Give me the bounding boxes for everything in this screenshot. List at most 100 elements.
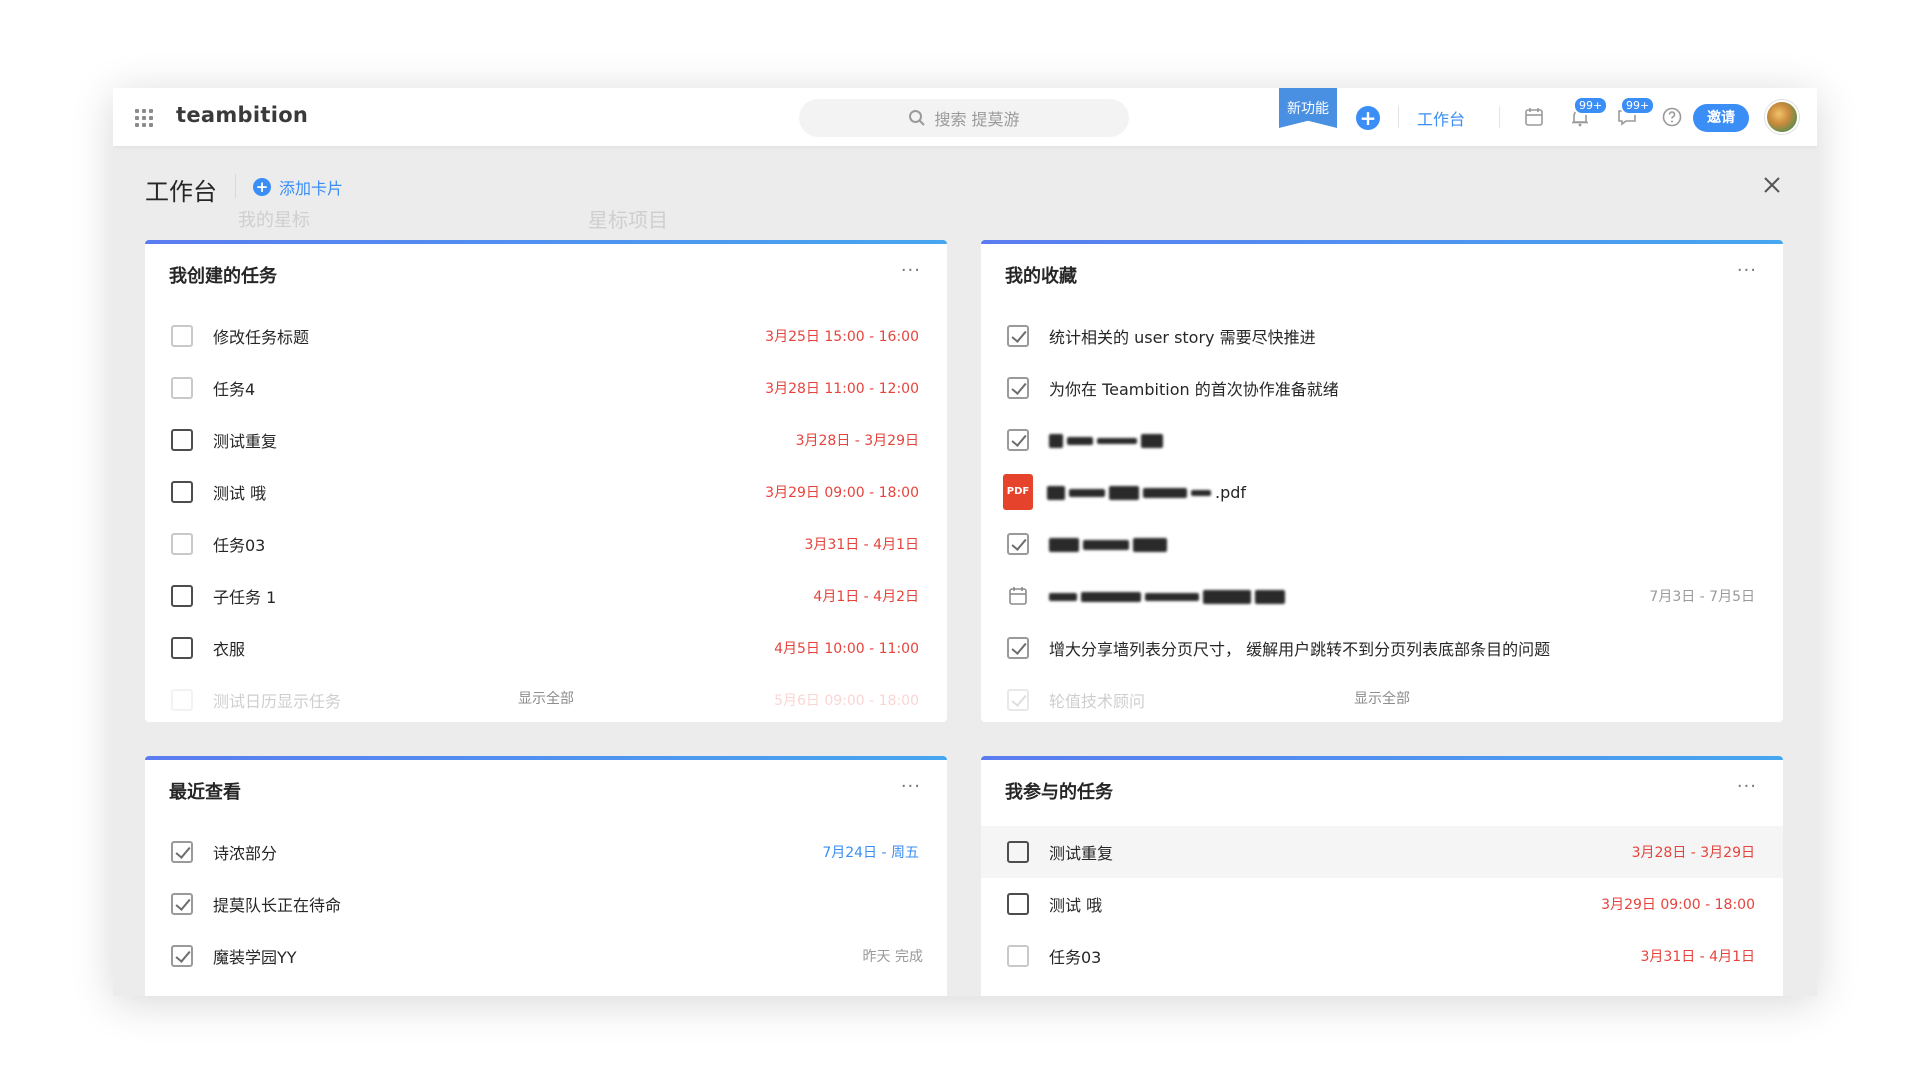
create-plus-button[interactable]: + (1356, 106, 1380, 130)
task-title: 测试 哦 (1049, 896, 1103, 915)
favorite-row[interactable] (981, 518, 1783, 570)
favorite-row[interactable]: 统计相关的 user story 需要尽快推进 (981, 310, 1783, 362)
done-checkbox-icon (1007, 637, 1029, 659)
plus-circle-icon: + (253, 178, 271, 196)
more-options-icon[interactable]: ··· (1737, 776, 1757, 797)
pdf-file-icon: PDF (1003, 474, 1033, 510)
app-window: teambition 搜索 提莫游 新功能 + 工作台 99+ 99+ 邀请 我… (113, 88, 1817, 996)
search-box[interactable]: 搜索 提莫游 (799, 99, 1129, 137)
task-checkbox[interactable] (171, 585, 193, 607)
card-recently-viewed: 最近查看 ··· 诗浓部分 7月24日 - 周五 提莫队长正在待命 魔装学园YY 昨… (145, 756, 947, 996)
more-options-icon[interactable]: ··· (901, 260, 921, 281)
recent-status: 昨天 完成 (862, 949, 923, 965)
more-options-icon[interactable]: ··· (1737, 260, 1757, 281)
task-row[interactable]: 任务03 3月31日 - 4月1日 (981, 930, 1783, 982)
task-title: 任务03 (213, 536, 266, 555)
task-due-date: 3月28日 11:00 - 12:00 (765, 381, 919, 397)
task-checkbox[interactable] (1007, 841, 1029, 863)
nav-workbench-link[interactable]: 工作台 (1417, 106, 1465, 130)
task-title: 测试 哦 (213, 484, 267, 503)
background-starred-label: 我的星标 (238, 210, 310, 231)
task-row[interactable]: 任务03 3月31日 - 4月1日 (145, 518, 947, 570)
divider (235, 174, 236, 198)
task-checkbox[interactable] (171, 325, 193, 347)
card-title: 我的收藏 (1005, 266, 1077, 287)
recent-date: 7月24日 - 周五 (822, 845, 919, 861)
user-avatar[interactable] (1765, 100, 1799, 134)
task-row[interactable]: 子任务 1 4月1日 - 4月2日 (145, 570, 947, 622)
card-favorites: 我的收藏 ··· 统计相关的 user story 需要尽快推进 为你在 Tea… (981, 240, 1783, 722)
calendar-icon[interactable] (1523, 106, 1545, 128)
search-placeholder: 搜索 提莫游 (934, 110, 1020, 129)
task-checkbox[interactable] (171, 533, 193, 555)
add-card-button[interactable]: + 添加卡片 (253, 175, 343, 199)
task-row[interactable]: 衣服 4月5日 10:00 - 11:00 (145, 622, 947, 674)
task-title: 任务03 (1049, 948, 1102, 967)
divider (1398, 106, 1399, 128)
card-title: 最近查看 (169, 782, 241, 803)
background-projects-label: 星标项目 (588, 208, 668, 232)
close-icon[interactable] (1759, 172, 1785, 198)
search-icon (909, 110, 926, 126)
task-title: 任务4 (213, 380, 256, 399)
calendar-event-icon (1009, 587, 1027, 605)
invite-button[interactable]: 邀请 (1693, 104, 1749, 132)
event-date-range: 7月3日 - 7月5日 (1649, 589, 1755, 605)
show-all-link[interactable]: 显示全部 (981, 688, 1783, 708)
favorite-row[interactable]: 7月3日 - 7月5日 (981, 570, 1783, 622)
favorite-title: 为你在 Teambition 的首次协作准备就绪 (1049, 380, 1339, 399)
favorite-row[interactable] (981, 414, 1783, 466)
panel-title: 工作台 (145, 178, 217, 206)
notification-bell-icon[interactable]: 99+ (1569, 96, 1609, 128)
task-row[interactable]: 测试重复 3月28日 - 3月29日 (145, 414, 947, 466)
task-due-date: 4月1日 - 4月2日 (813, 589, 919, 605)
task-title: 测试重复 (213, 432, 278, 451)
message-icon[interactable]: 99+ (1616, 96, 1656, 128)
task-checkbox[interactable] (171, 637, 193, 659)
task-row[interactable]: 修改任务标题 3月25日 15:00 - 16:00 (145, 310, 947, 362)
task-row[interactable]: 测试 哦 3月29日 09:00 - 18:00 (981, 878, 1783, 930)
more-options-icon[interactable]: ··· (901, 776, 921, 797)
show-all-link[interactable]: 显示全部 (145, 688, 947, 708)
recent-row[interactable]: 魔装学园YY 昨天 完成 (145, 930, 947, 982)
task-row[interactable]: 测试 哦 3月29日 09:00 - 18:00 (145, 466, 947, 518)
task-row[interactable]: 测试重复 3月28日 - 3月29日 (981, 826, 1783, 878)
divider (1499, 106, 1500, 128)
task-due-date: 3月31日 - 4月1日 (804, 537, 920, 553)
recent-title: 提莫队长正在待命 (213, 896, 342, 915)
help-icon[interactable] (1661, 106, 1683, 128)
recent-title: 诗浓部分 (213, 844, 278, 863)
done-checkbox-icon (171, 893, 193, 915)
task-due-date: 3月28日 - 3月29日 (795, 433, 919, 449)
task-checkbox[interactable] (1007, 893, 1029, 915)
message-badge: 99+ (1620, 96, 1656, 115)
recent-row[interactable]: 诗浓部分 7月24日 - 周五 (145, 826, 947, 878)
favorite-row[interactable]: 为你在 Teambition 的首次协作准备就绪 (981, 362, 1783, 414)
favorite-row[interactable]: 增大分享墙列表分页尺寸， 缓解用户跳转不到分页列表底部条目的问题 (981, 622, 1783, 674)
favorite-title: 增大分享墙列表分页尺寸， 缓解用户跳转不到分页列表底部条目的问题 (1049, 640, 1551, 659)
task-due-date: 3月29日 09:00 - 18:00 (1601, 897, 1755, 913)
task-checkbox[interactable] (171, 429, 193, 451)
task-row[interactable]: 任务4 3月28日 11:00 - 12:00 (145, 362, 947, 414)
task-checkbox[interactable] (171, 481, 193, 503)
redacted-title (1049, 431, 1167, 450)
brand-logo[interactable]: teambition (176, 103, 308, 127)
done-checkbox-icon (1007, 377, 1029, 399)
done-checkbox-icon (171, 841, 193, 863)
favorite-title: 统计相关的 user story 需要尽快推进 (1049, 328, 1316, 347)
notification-badge: 99+ (1573, 96, 1609, 115)
card-title: 我创建的任务 (169, 266, 277, 287)
task-checkbox[interactable] (1007, 945, 1029, 967)
new-feature-ribbon[interactable]: 新功能 (1279, 88, 1337, 128)
task-checkbox[interactable] (171, 377, 193, 399)
done-checkbox-icon (1007, 325, 1029, 347)
task-title: 衣服 (213, 640, 246, 659)
card-created-tasks: 我创建的任务 ··· 修改任务标题 3月25日 15:00 - 16:00 任务4… (145, 240, 947, 722)
app-grid-icon[interactable] (135, 109, 153, 127)
done-checkbox-icon (1007, 533, 1029, 555)
favorite-row[interactable]: PDF .pdf (981, 466, 1783, 518)
task-title: 子任务 1 (213, 588, 277, 607)
add-card-label: 添加卡片 (279, 179, 344, 198)
card-participating-tasks: 我参与的任务 ··· 测试重复 3月28日 - 3月29日 测试 哦 3月29日 0… (981, 756, 1783, 996)
recent-row[interactable]: 提莫队长正在待命 (145, 878, 947, 930)
